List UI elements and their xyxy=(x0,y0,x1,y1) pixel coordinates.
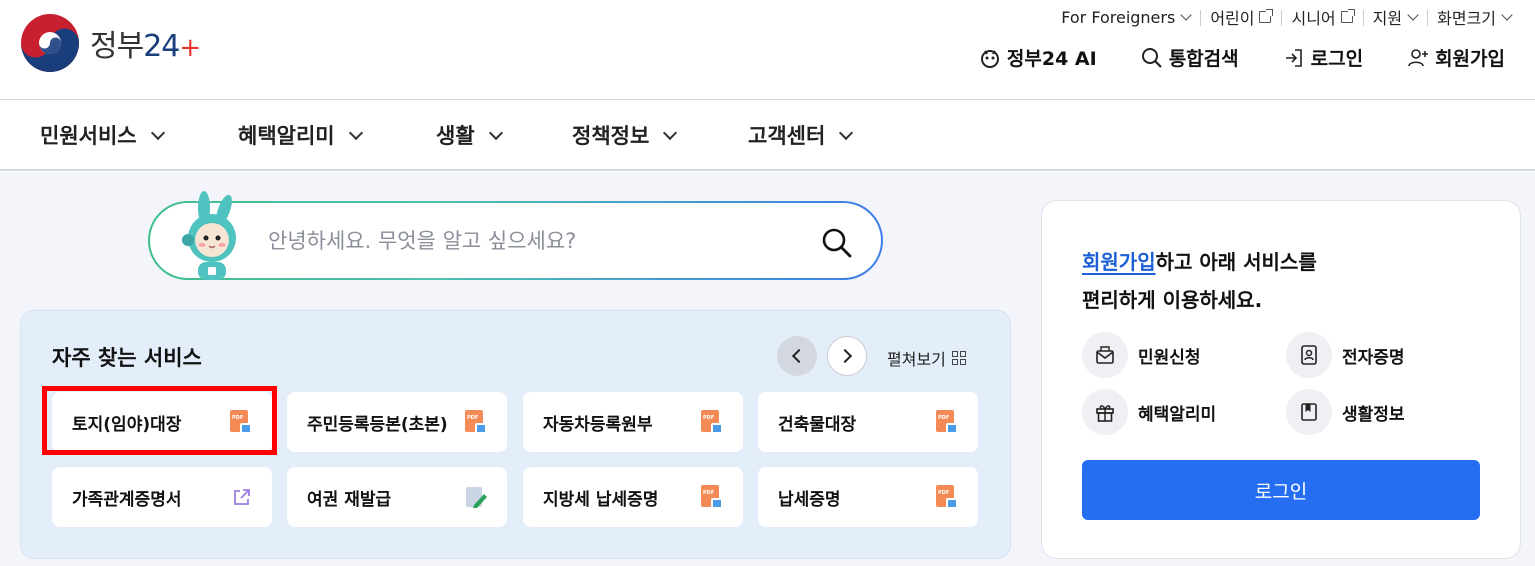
selection-highlight xyxy=(42,386,277,455)
member-panel: 회원가입하고 아래 서비스를 편리하게 이용하세요. 민원신청 전자증명 혜택알… xyxy=(1041,200,1521,559)
logo-text: 정부24+ xyxy=(90,29,201,64)
login-icon xyxy=(1283,47,1305,69)
util-font-size[interactable]: 화면크기 xyxy=(1427,5,1521,29)
quick-civil-apply[interactable]: 민원신청 xyxy=(1082,332,1201,378)
taegeuk-logo-icon xyxy=(21,14,79,72)
login-link[interactable]: 로그인 xyxy=(1283,44,1363,71)
signup-message: 회원가입하고 아래 서비스를 편리하게 이용하세요. xyxy=(1082,250,1317,312)
chevron-down-icon xyxy=(348,125,363,141)
service-family-relation[interactable]: 가족관계증명서 xyxy=(52,467,272,527)
gnb-life[interactable]: 생활 xyxy=(436,120,503,150)
pdf-icon xyxy=(701,410,723,434)
chevron-down-icon xyxy=(1180,9,1192,21)
ai-button[interactable]: 정부24 AI xyxy=(979,44,1097,71)
external-link-icon xyxy=(1340,9,1355,23)
signup-link[interactable]: 회원가입 xyxy=(1407,44,1505,71)
pdf-icon xyxy=(936,410,958,434)
grid-icon xyxy=(951,351,966,365)
integrated-search-button[interactable]: 통합검색 xyxy=(1141,44,1239,71)
expand-all-button[interactable]: 펼쳐보기 xyxy=(887,346,966,370)
chevron-down-icon xyxy=(488,125,503,141)
gnb-customer-center[interactable]: 고객센터 xyxy=(748,120,854,150)
gnb-policy[interactable]: 정책정보 xyxy=(572,120,678,150)
quick-life-info[interactable]: 생활정보 xyxy=(1286,389,1405,435)
util-senior[interactable]: 시니어 xyxy=(1281,5,1362,29)
main-navigation: 민원서비스 혜택알리미 생활 정책정보 고객센터 xyxy=(0,100,1535,171)
quick-benefits[interactable]: 혜택알리미 xyxy=(1082,389,1216,435)
chevron-down-icon xyxy=(150,125,165,141)
header-actions: 정부24 AI 통합검색 로그인 회원가입 xyxy=(979,44,1505,71)
quick-e-certificate[interactable]: 전자증명 xyxy=(1286,332,1405,378)
mail-icon xyxy=(1082,332,1128,378)
pdf-icon xyxy=(701,485,723,509)
chevron-down-icon xyxy=(1501,9,1513,21)
site-logo[interactable]: 정부24+ xyxy=(20,13,201,73)
external-link-icon xyxy=(234,489,250,505)
bookmark-icon xyxy=(1286,389,1332,435)
search-input[interactable] xyxy=(268,203,788,278)
gnb-benefits[interactable]: 혜택알리미 xyxy=(238,120,363,150)
service-building-register[interactable]: 건축물대장 xyxy=(758,392,978,452)
util-kids[interactable]: 어린이 xyxy=(1200,5,1281,29)
service-vehicle-register[interactable]: 자동차등록원부 xyxy=(523,392,743,452)
login-button[interactable]: 로그인 xyxy=(1082,460,1480,520)
service-tax-certificate[interactable]: 납세증명 xyxy=(758,467,978,527)
chevron-down-icon xyxy=(839,125,854,141)
chevron-down-icon xyxy=(1407,9,1419,21)
search-icon[interactable] xyxy=(821,227,853,259)
search-bar xyxy=(148,201,883,280)
next-button[interactable] xyxy=(827,336,867,376)
utility-menu: For Foreigners 어린이 시니어 지원 화면크기 xyxy=(1051,4,1521,30)
rabbit-mascot-icon xyxy=(182,191,236,280)
chevron-down-icon xyxy=(663,125,678,141)
chevron-right-icon xyxy=(837,348,853,364)
prev-button[interactable] xyxy=(777,336,817,376)
util-foreigners[interactable]: For Foreigners xyxy=(1051,8,1200,27)
chevron-left-icon xyxy=(791,348,807,364)
gift-icon xyxy=(1082,389,1128,435)
util-support[interactable]: 지원 xyxy=(1362,5,1427,29)
frequent-services-title: 자주 찾는 서비스 xyxy=(52,346,202,370)
pdf-icon xyxy=(465,410,487,434)
id-card-icon xyxy=(1286,332,1332,378)
gnb-civil-service[interactable]: 민원서비스 xyxy=(40,120,165,150)
ai-mascot-icon xyxy=(979,47,1001,69)
pdf-icon xyxy=(936,485,958,509)
service-local-tax-certificate[interactable]: 지방세 납세증명 xyxy=(523,467,743,527)
search-icon xyxy=(1141,47,1163,69)
service-passport-reissue[interactable]: 여권 재발급 xyxy=(287,467,507,527)
add-user-icon xyxy=(1407,47,1429,69)
external-link-icon xyxy=(1259,9,1274,23)
edit-form-icon xyxy=(466,487,487,508)
site-header: 정부24+ For Foreigners 어린이 시니어 지원 화면크기 정부2… xyxy=(0,0,1535,100)
service-resident-register[interactable]: 주민등록등본(초본) xyxy=(287,392,507,452)
signup-link-inline[interactable]: 회원가입 xyxy=(1082,250,1156,274)
